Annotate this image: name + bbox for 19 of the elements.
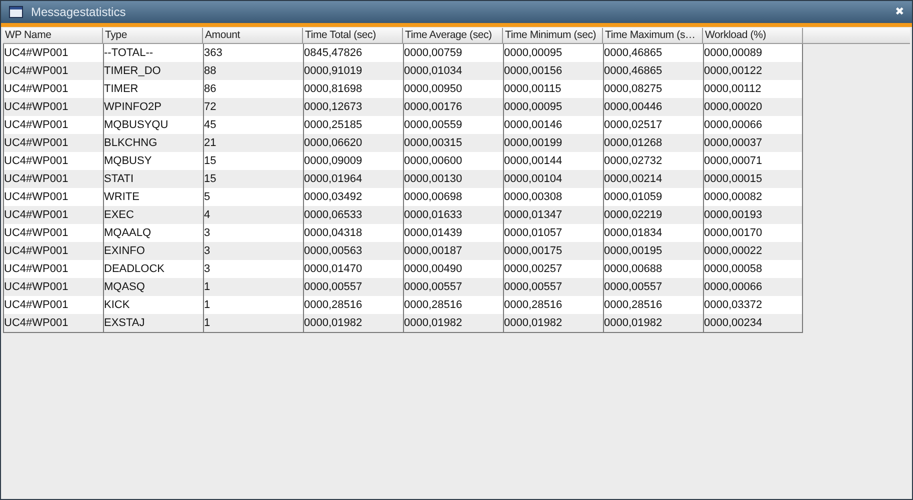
table-cell: 1 (203, 314, 303, 332)
column-header[interactable]: WP Name (3, 28, 103, 44)
column-header[interactable]: Time Minimum (sec) (503, 28, 603, 44)
window-title: Messagestatistics (31, 4, 126, 21)
table-cell: UC4#WP001 (3, 314, 103, 332)
table-cell: 0000,01982 (603, 314, 703, 332)
table-cell: 0000,01982 (303, 314, 403, 332)
column-header[interactable]: Time Total (sec) (303, 28, 403, 44)
window-icon (9, 6, 23, 18)
table-cell: 0000,01982 (403, 314, 503, 332)
column-header[interactable]: Time Average (sec) (403, 28, 503, 44)
column-header[interactable]: Amount (203, 28, 303, 44)
table-cell: 0000,00234 (703, 314, 803, 332)
column-header[interactable]: Type (103, 28, 203, 44)
column-header[interactable]: Time Maximum (s… (603, 28, 703, 44)
table-cell: EXSTAJ (103, 314, 203, 332)
table-cell: 0000,01982 (503, 314, 603, 332)
column-header[interactable]: Workload (%) (703, 28, 803, 44)
close-button[interactable]: ✖ (895, 6, 904, 18)
